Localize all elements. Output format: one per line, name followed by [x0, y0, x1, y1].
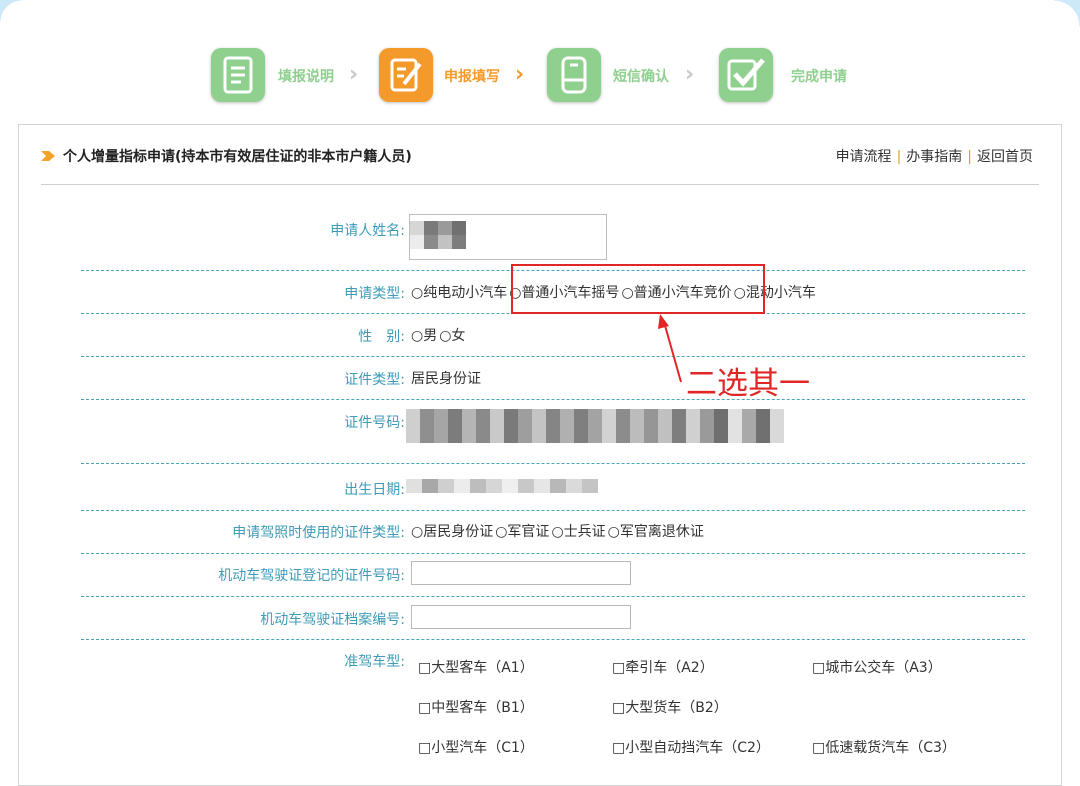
birth-label: 出生日期:	[344, 482, 405, 498]
window-corner-right	[1054, 0, 1080, 26]
id-type-label: 证件类型:	[344, 372, 405, 388]
redacted-birth-date	[406, 479, 598, 493]
radio-pure-electric[interactable]: ○纯电动小汽车	[411, 285, 507, 301]
phone-icon	[547, 48, 601, 102]
panel-header: 个人增量指标申请(持本市有效居住证的非本市户籍人员) 申请流程 | 办事指南 | 返回首…	[41, 146, 1039, 170]
form-row-birth: 出生日期:	[81, 463, 1025, 511]
apply-type-label: 申请类型:	[344, 286, 405, 302]
radio-male[interactable]: ○男	[411, 328, 437, 344]
step-label: 申报填写	[444, 69, 500, 85]
id-number-label: 证件号码:	[344, 415, 405, 431]
link-separator: |	[896, 149, 902, 165]
id-type-value: 居民身份证	[411, 371, 481, 387]
link-home[interactable]: 返回首页	[977, 149, 1033, 165]
header-divider	[41, 184, 1039, 185]
chevron-right-icon: ›	[685, 62, 695, 87]
form-row-id-number: 证件号码:	[81, 399, 1025, 464]
checkmark-icon	[719, 48, 773, 102]
form-row-id-type: 证件类型: 居民身份证	[81, 356, 1025, 400]
link-guide[interactable]: 办事指南	[906, 149, 962, 165]
gender-label: 性 别:	[358, 329, 405, 345]
radio-female[interactable]: ○女	[439, 328, 465, 344]
radio-id-card[interactable]: ○居民身份证	[411, 524, 493, 540]
link-process[interactable]: 申请流程	[836, 149, 892, 165]
checkbox-a2[interactable]: □牵引车（A2）	[612, 657, 714, 677]
annotation-highlight-box	[511, 264, 765, 314]
chevron-right-icon: ›	[349, 62, 359, 87]
checkbox-c3[interactable]: □低速载货汽车（C3）	[812, 737, 956, 757]
name-input[interactable]	[409, 214, 607, 260]
annotation-text: 二选其一	[686, 366, 810, 402]
vehicle-type-label: 准驾车型:	[344, 654, 405, 670]
radio-retired-officer-card[interactable]: ○军官离退休证	[608, 524, 704, 540]
checkbox-a1[interactable]: □大型客车（A1）	[418, 657, 534, 677]
document-icon	[211, 48, 265, 102]
name-label: 申请人姓名:	[330, 223, 405, 239]
license-archive-label: 机动车驾驶证档案编号:	[260, 612, 405, 628]
step-label: 完成申请	[791, 69, 847, 85]
redacted-id-number	[406, 409, 784, 443]
form-row-license-archive: 机动车驾驶证档案编号:	[81, 596, 1025, 640]
application-panel: 个人增量指标申请(持本市有效居住证的非本市户籍人员) 申请流程 | 办事指南 | 返回首…	[18, 124, 1062, 786]
license-number-input[interactable]	[411, 561, 631, 585]
page-title: 个人增量指标申请(持本市有效居住证的非本市户籍人员)	[63, 149, 412, 165]
form-row-gender: 性 别: ○男 ○女	[81, 313, 1025, 357]
form-row-license-number: 机动车驾驶证登记的证件号码:	[81, 553, 1025, 597]
chevron-right-icon: ›	[515, 62, 525, 87]
progress-steps: 填报说明 › 申报填写 › 短信确认 › 完成申请	[208, 48, 868, 108]
radio-officer-card[interactable]: ○军官证	[495, 524, 549, 540]
license-archive-input[interactable]	[411, 605, 631, 629]
link-separator: |	[967, 149, 972, 165]
redacted-name	[410, 221, 466, 235]
arrow-bullet-icon	[41, 151, 55, 161]
gender-radio-group: ○男 ○女	[411, 325, 467, 345]
step-label: 短信确认	[613, 69, 669, 85]
edit-form-icon	[379, 48, 433, 102]
form-row-name: 申请人姓名:	[81, 202, 1025, 271]
radio-soldier-card[interactable]: ○士兵证	[551, 524, 605, 540]
header-links: 申请流程 | 办事指南 | 返回首页	[836, 146, 1033, 166]
license-number-label: 机动车驾驶证登记的证件号码:	[218, 568, 405, 584]
window-corner-left	[0, 0, 22, 22]
checkbox-c2[interactable]: □小型自动挡汽车（C2）	[612, 737, 770, 757]
checkbox-b2[interactable]: □大型货车（B2）	[612, 697, 728, 717]
step-label: 填报说明	[278, 69, 334, 85]
license-id-type-label: 申请驾照时使用的证件类型:	[232, 525, 405, 541]
checkbox-a3[interactable]: □城市公交车（A3）	[812, 657, 942, 677]
checkbox-c1[interactable]: □小型汽车（C1）	[418, 737, 534, 757]
license-id-type-radio-group: ○居民身份证 ○军官证 ○士兵证 ○军官离退休证	[411, 521, 706, 541]
checkbox-b1[interactable]: □中型客车（B1）	[418, 697, 534, 717]
form-row-license-id-type: 申请驾照时使用的证件类型: ○居民身份证 ○军官证 ○士兵证 ○军官离退休证	[81, 510, 1025, 554]
form-row-vehicle-types: 准驾车型: □大型客车（A1） □牵引车（A2） □城市公交车（A3） □中型客…	[81, 639, 1025, 769]
